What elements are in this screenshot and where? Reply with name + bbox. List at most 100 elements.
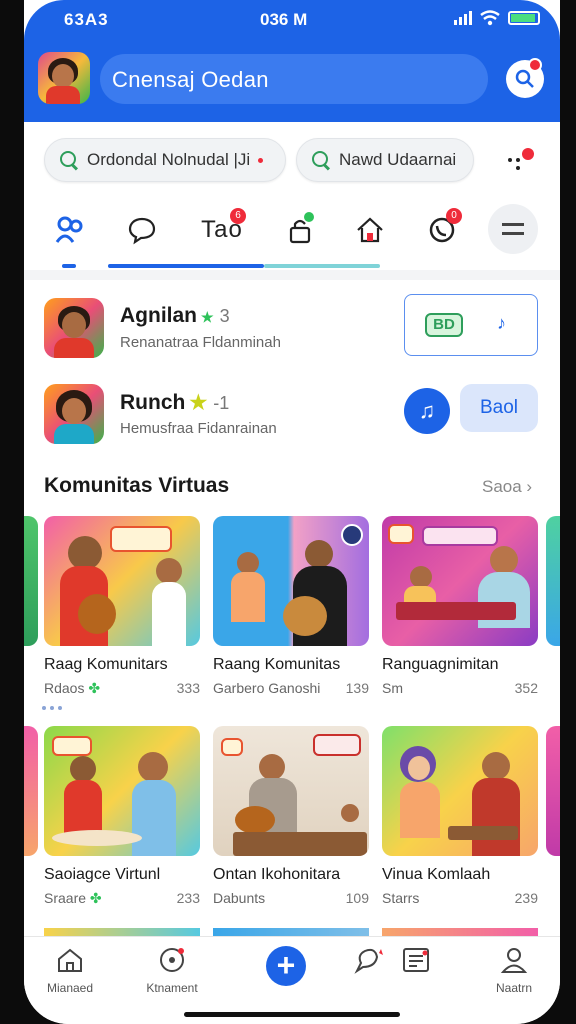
chip-dot	[258, 157, 264, 163]
app-header: 63A3 036 M Cnensaj Oedan	[24, 0, 560, 122]
carousel-dots	[42, 706, 62, 710]
wifi-icon	[480, 10, 500, 26]
card-subtitle-text: Sraare	[44, 890, 87, 906]
user-name: Agnilan ★ 3	[120, 304, 230, 328]
card-peek-left	[24, 726, 38, 856]
nav-moment-label: Ktnament	[146, 981, 198, 995]
tab-badge: 0	[446, 208, 462, 224]
card-title: Vinua Komlaah	[382, 866, 491, 883]
card-count: 239	[514, 890, 538, 906]
card-count: 333	[176, 680, 200, 696]
filter-chip-2-label: Nawd Udaarnai	[339, 150, 457, 169]
profile-avatar[interactable]	[38, 52, 90, 104]
nav-profile-label: Naatrn	[495, 981, 533, 995]
tab-progress-2	[264, 264, 380, 268]
user-subtitle: Renanatraa Fldanminah	[120, 334, 281, 351]
tab-progress-1	[108, 264, 264, 268]
nav-home[interactable]: Mianaed	[30, 945, 110, 995]
music-button[interactable]: ♫	[404, 388, 450, 434]
notification-dot	[528, 58, 542, 72]
star-icon: ★	[189, 392, 208, 414]
card-subtitle: Starrs	[382, 890, 420, 906]
header-search-bar[interactable]: Cnensaj Oedan	[100, 54, 488, 104]
active-tab-indicator	[62, 264, 76, 268]
card-subtitle: Rdaos ✤	[44, 680, 100, 697]
card-title: Saoiagce Virtunl	[44, 866, 161, 883]
search-icon	[59, 150, 79, 170]
filter-chip-1-label: Ordondal Nolnudal |Ji	[87, 150, 251, 169]
category-tabs: Tao 6 0	[24, 204, 560, 260]
tab-chat[interactable]	[116, 204, 168, 256]
card-subtitle: Sm	[382, 680, 403, 696]
filter-chip-1[interactable]: Ordondal Nolnudal |Ji	[44, 138, 286, 182]
bd-badge: BD	[425, 313, 463, 337]
card-subtitle-text: Rdaos	[44, 680, 85, 696]
search-icon	[311, 150, 331, 170]
tab-home[interactable]	[44, 204, 96, 256]
see-all-label: Saoa	[482, 477, 522, 496]
status-center: 036 M	[260, 10, 308, 29]
tab-text[interactable]: Tao 6	[192, 204, 252, 256]
status-bar: 63A3 036 M	[24, 6, 560, 32]
card-thumbnail	[213, 726, 369, 856]
user-subtitle: Hemusfraa Fidanrainan	[120, 420, 277, 437]
nav-profile[interactable]: Naatrn	[474, 945, 554, 995]
user-avatar	[44, 384, 104, 444]
status-time: 63A3	[64, 10, 109, 29]
user-name-text: Runch	[120, 391, 186, 414]
card-count: 109	[345, 890, 369, 906]
card-thumbnail	[44, 726, 200, 856]
clover-icon: ✤	[89, 890, 102, 906]
signal-icon	[454, 11, 472, 25]
section-divider	[24, 270, 560, 280]
notification-button[interactable]	[506, 58, 544, 98]
tab-badge: 6	[230, 208, 246, 224]
home-indicator	[184, 1012, 400, 1017]
card-thumbnail	[382, 726, 538, 856]
filter-chip-2[interactable]: Nawd Udaarnai	[296, 138, 474, 182]
create-button[interactable]: +	[266, 946, 306, 986]
tab-lock[interactable]	[274, 204, 326, 256]
music-icon: ♪	[497, 313, 506, 333]
card-title: Raag Komunitars	[44, 656, 168, 673]
user-name-text: Agnilan	[120, 304, 197, 327]
follow-button[interactable]: Baol	[460, 384, 538, 432]
phone-frame: 63A3 036 M Cnensaj Oedan Ordondal Nolnud…	[0, 0, 576, 1024]
tab-house[interactable]	[344, 204, 396, 256]
nav-moment[interactable]: Ktnament	[132, 945, 212, 995]
menu-button[interactable]	[488, 204, 538, 254]
user-action-box[interactable]: BD ♪	[404, 294, 538, 356]
card-subtitle: Sraare ✤	[44, 890, 102, 907]
user-row[interactable]: Agnilan ★ 3 Renanatraa Fldanminah BD ♪	[24, 286, 560, 366]
people-icon	[55, 216, 83, 243]
user-avatar	[44, 298, 104, 358]
card-count: 352	[514, 680, 538, 696]
see-all-link[interactable]: Saoa ›	[482, 477, 532, 497]
user-name: Runch ★ -1	[120, 390, 229, 415]
star-icon: ★	[201, 309, 214, 325]
home-icon	[55, 945, 85, 975]
nav-home-label: Mianaed	[46, 981, 94, 995]
card-peek-left	[24, 516, 38, 646]
online-dot	[304, 212, 314, 222]
user-icon	[499, 945, 529, 975]
card-count: 233	[176, 890, 200, 906]
card-peek-right	[546, 516, 560, 646]
tab-call[interactable]: 0	[416, 204, 468, 256]
nav-list[interactable]	[376, 945, 456, 981]
section-title: Komunitas Virtuas	[44, 474, 230, 497]
app-screen: 63A3 036 M Cnensaj Oedan Ordondal Nolnud…	[24, 0, 560, 1024]
card-peek-right	[546, 726, 560, 856]
clover-icon: ✤	[88, 680, 101, 696]
house-icon	[357, 217, 383, 243]
card-thumbnail	[213, 516, 369, 646]
more-options-icon[interactable]	[508, 148, 538, 174]
card-thumbnail	[382, 516, 538, 646]
battery-icon	[508, 11, 540, 25]
user-num: 3	[219, 306, 230, 326]
card-title: Raang Komunitas	[213, 656, 341, 673]
card-count: 139	[345, 680, 369, 696]
target-icon	[157, 945, 187, 975]
chat-bubble-icon	[128, 217, 156, 245]
card-title: Ontan Ikohonitara	[213, 866, 341, 883]
